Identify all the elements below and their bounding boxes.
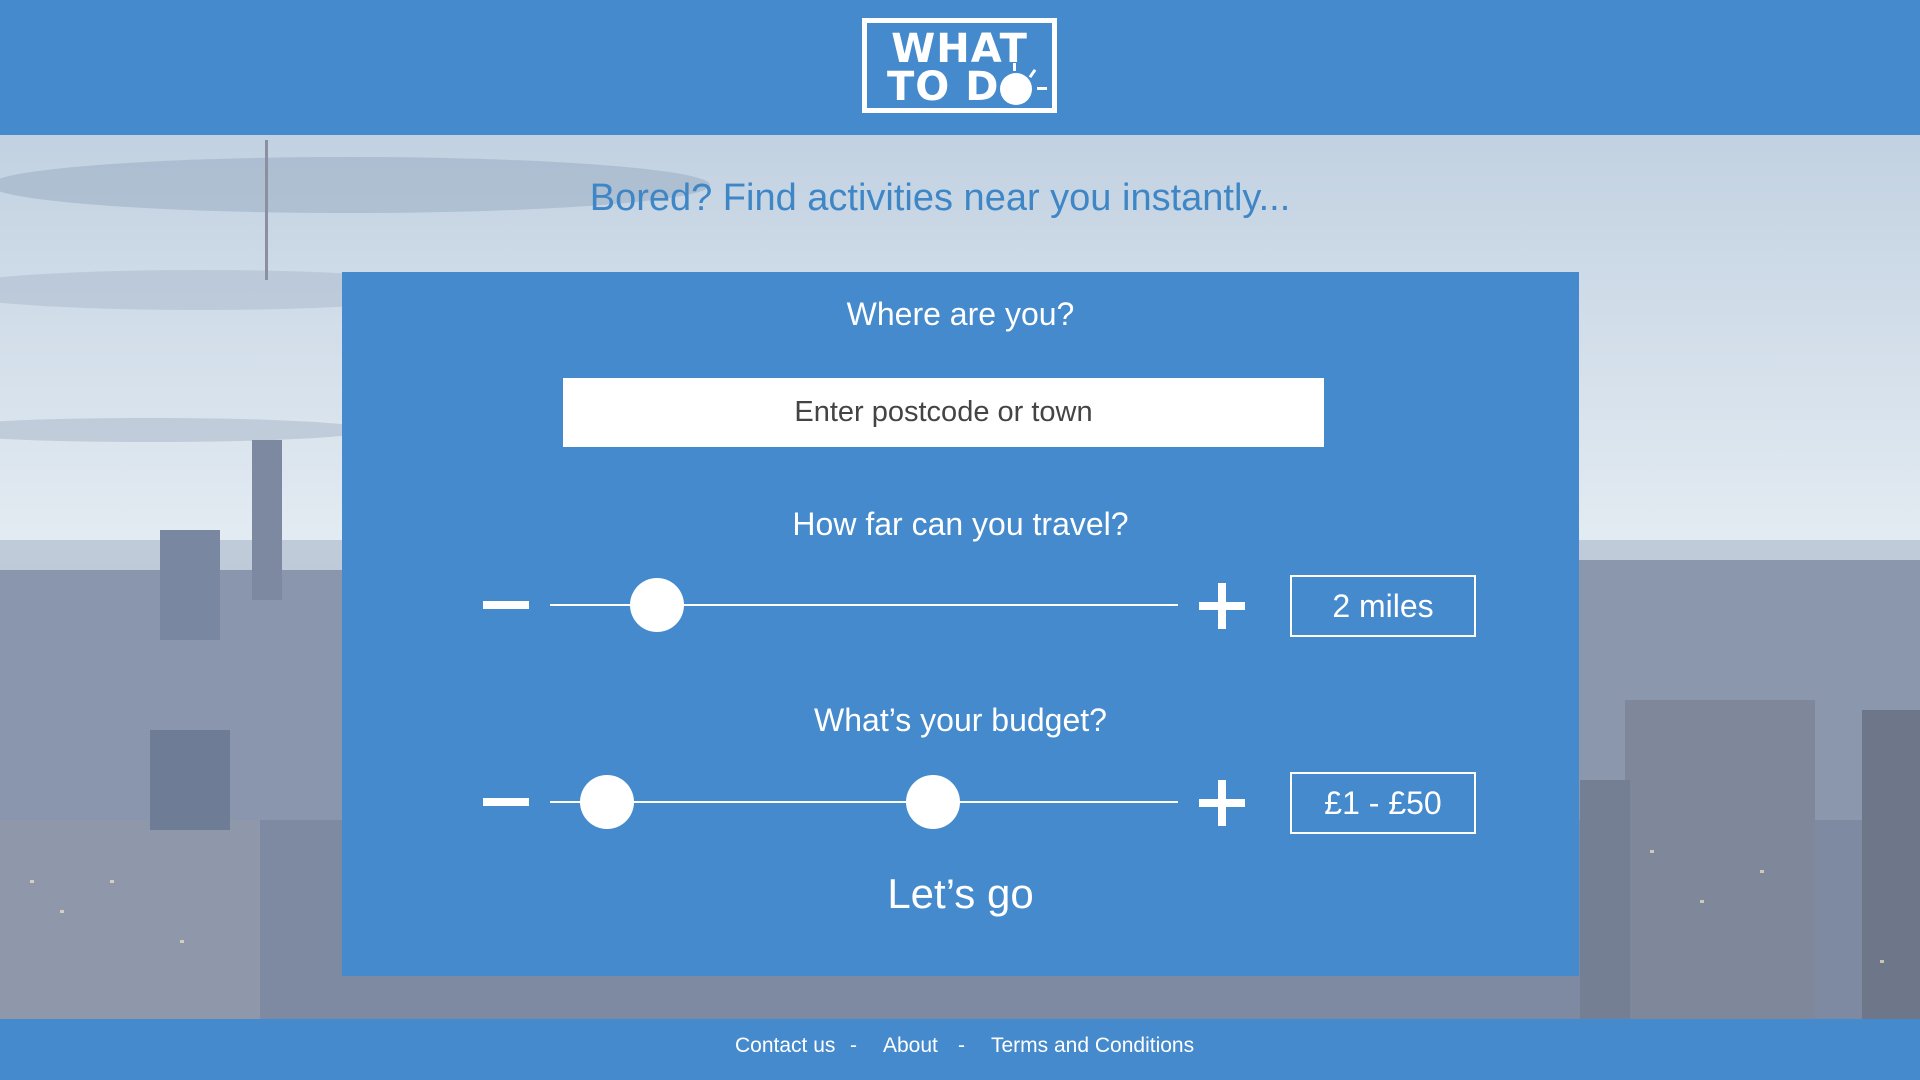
footer: Contact us - About - Terms and Condition… — [0, 1019, 1920, 1080]
bulb-ray — [1028, 68, 1037, 79]
search-form-panel: Where are you? How far can you travel? 2… — [342, 272, 1579, 976]
logo-line-2: TO D — [887, 64, 1000, 110]
plus-icon-stem — [1218, 780, 1226, 826]
tagline: Bored? Find activities near you instantl… — [589, 177, 1291, 219]
distance-question: How far can you travel? — [792, 506, 1129, 542]
location-input[interactable] — [563, 378, 1324, 447]
page: WHAT TO D Bored? Find activities near yo… — [0, 0, 1920, 1080]
distance-value: 2 miles — [1290, 575, 1476, 637]
location-question: Where are you? — [846, 296, 1075, 332]
whattodo-logo[interactable]: WHAT TO D — [862, 18, 1057, 113]
top-bar: WHAT TO D — [0, 0, 1920, 135]
contact-us-link[interactable]: Contact us — [735, 1034, 835, 1058]
lightbulb-icon — [1000, 73, 1032, 105]
terms-and-conditions-link[interactable]: Terms and Conditions — [991, 1034, 1194, 1058]
bulb-ray — [1037, 87, 1047, 90]
logo-line-1: WHAT — [891, 26, 1028, 72]
plus-icon-stem — [1218, 583, 1226, 629]
about-link[interactable]: About — [883, 1034, 938, 1058]
budget-question: What’s your budget? — [814, 702, 1107, 738]
bulb-ray — [1013, 63, 1016, 71]
budget-slider-track[interactable] — [550, 801, 1178, 803]
budget-min-handle[interactable] — [579, 775, 634, 829]
distance-slider-handle[interactable] — [629, 578, 684, 632]
budget-max-handle[interactable] — [906, 775, 961, 829]
lets-go-button[interactable]: Let’s go — [342, 870, 1579, 918]
footer-separator: - — [958, 1034, 965, 1057]
budget-decrease-button[interactable] — [483, 798, 529, 806]
distance-decrease-button[interactable] — [483, 601, 529, 609]
footer-separator: - — [850, 1034, 857, 1057]
budget-value: £1 - £50 — [1290, 772, 1476, 834]
